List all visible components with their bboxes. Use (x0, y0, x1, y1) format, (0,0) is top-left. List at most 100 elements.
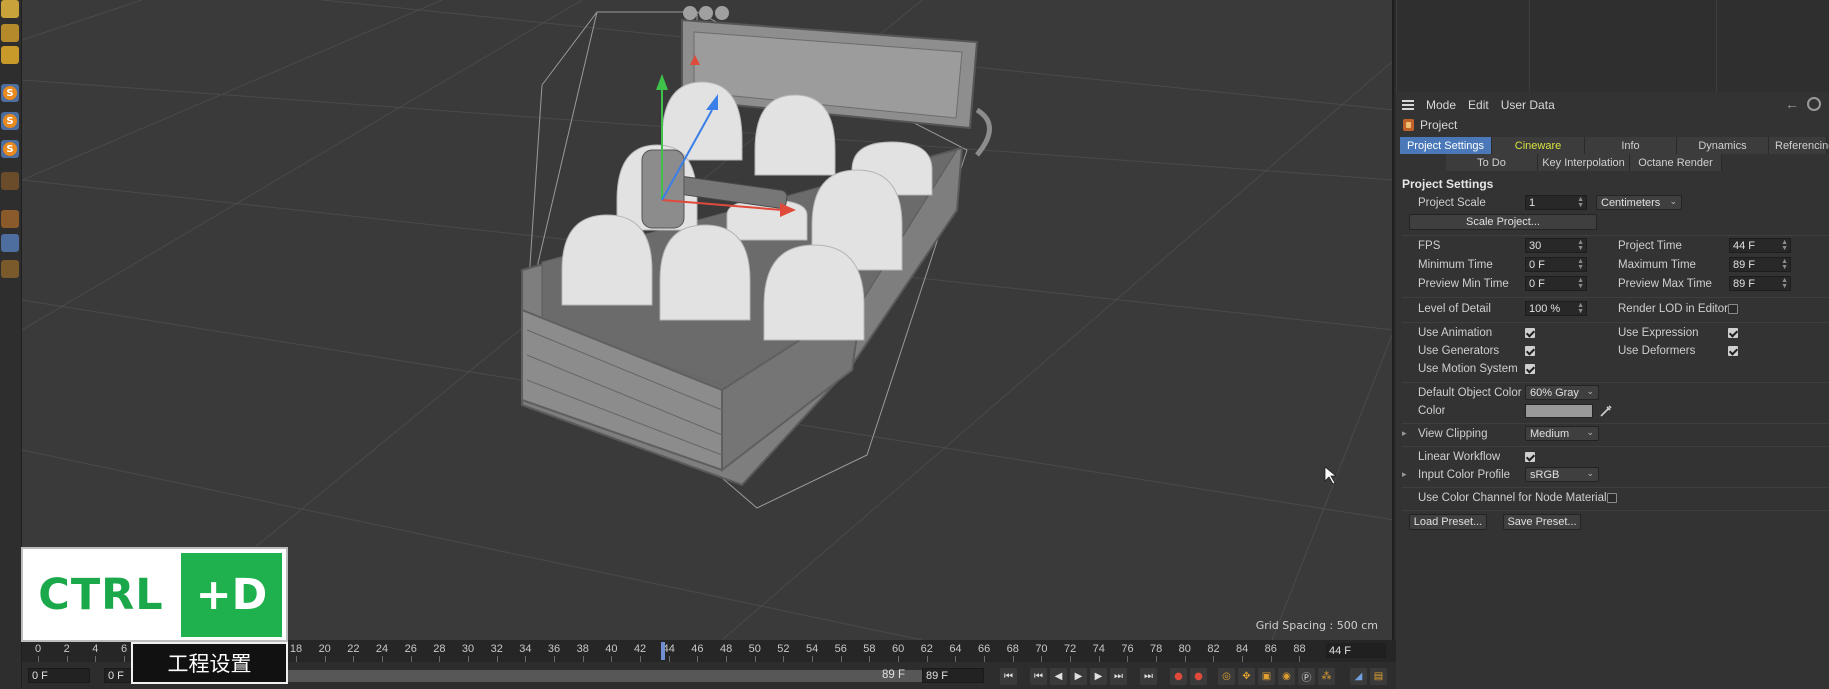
tabs-row-2: To Do Key Interpolation Octane Render (1446, 154, 1722, 171)
s-icon[interactable]: S (1, 112, 19, 130)
search-icon[interactable] (1807, 97, 1821, 111)
attribute-menubar: Mode Edit User Data ← (1396, 94, 1829, 116)
scale-project-button[interactable]: Scale Project... (1409, 214, 1597, 230)
auto-key-icon[interactable]: ● (1190, 668, 1207, 685)
tab-key-interpolation[interactable]: Key Interpolation (1538, 154, 1630, 171)
timeline-tick-label: 40 (605, 643, 618, 655)
timeline-menu-icon[interactable]: ▤ (1370, 668, 1387, 685)
tab-octane-render[interactable]: Octane Render (1630, 154, 1722, 171)
next-key-icon[interactable]: ⏭ (1110, 668, 1127, 685)
maximum-time-input[interactable]: 89 F ▲ ▼ (1729, 257, 1791, 272)
menu-mode[interactable]: Mode (1426, 98, 1456, 112)
tab-dynamics[interactable]: Dynamics (1677, 137, 1769, 154)
expand-triangle-icon[interactable]: ▸ (1402, 429, 1407, 439)
tab-cineware[interactable]: Cineware (1492, 137, 1585, 154)
object-name: Project (1420, 118, 1458, 132)
mouse-cursor (1324, 466, 1338, 485)
play-icon[interactable]: ▶ (1070, 668, 1087, 685)
chevron-down-icon: ⌄ (1669, 196, 1677, 206)
use-generators-checkbox[interactable] (1525, 346, 1535, 356)
s-icon[interactable]: S (1, 140, 19, 158)
shortcut-overlay: CTRL +D 工程设置 (21, 547, 288, 686)
key-param-icon[interactable]: Ⓟ (1298, 668, 1315, 685)
eyedropper-icon[interactable] (1599, 404, 1613, 418)
view-clipping-dropdown[interactable]: Medium ⌄ (1525, 426, 1599, 441)
timeline-tick (955, 656, 957, 662)
key-rotation-icon[interactable]: ◉ (1278, 668, 1295, 685)
playhead[interactable] (660, 642, 665, 660)
menu-edit[interactable]: Edit (1468, 98, 1489, 112)
magnet-icon[interactable] (1, 172, 19, 190)
timeline-tick (1242, 656, 1244, 662)
timeline-tick-label: 36 (547, 643, 561, 655)
project-scale-input[interactable]: 1 ▲ ▼ (1525, 195, 1587, 210)
color-swatch[interactable] (1525, 404, 1593, 418)
default-object-color-dropdown[interactable]: 60% Gray ⌄ (1525, 385, 1599, 400)
prev-frame-icon[interactable]: ◀ (1050, 668, 1067, 685)
s-icon[interactable]: S (1, 84, 19, 102)
project-scale-unit-dropdown[interactable]: Centimeters ⌄ (1596, 195, 1682, 210)
key-scale-icon[interactable]: ▣ (1258, 668, 1275, 685)
chevron-down-icon: ⌄ (1586, 427, 1594, 437)
timeline-tick (783, 656, 785, 662)
prev-key-icon[interactable]: ⏮ (1030, 668, 1047, 685)
timeline-tick-label: 80 (1178, 643, 1191, 655)
timeline-tick-label: 22 (347, 643, 360, 655)
key-selection-icon[interactable]: ◎ (1218, 668, 1235, 685)
menu-user-data[interactable]: User Data (1501, 98, 1555, 112)
timeline-tick-label: 78 (1150, 643, 1163, 655)
timeline-tick (468, 656, 470, 662)
layer-icon[interactable] (1, 210, 19, 228)
use-color-channel-label: Use Color Channel for Node Material (1418, 492, 1607, 504)
use-expression-checkbox[interactable] (1728, 328, 1738, 338)
spline-icon[interactable] (1, 24, 19, 42)
preview-min-time-input[interactable]: 0 F ▲ ▼ (1525, 276, 1587, 291)
3d-viewport[interactable]: Grid Spacing : 500 cm (22, 0, 1394, 640)
key-position-icon[interactable]: ✥ (1238, 668, 1255, 685)
timeline-tick-label: 50 (748, 643, 761, 655)
timeline-tick-label: 60 (891, 643, 905, 655)
timeline-tick (611, 656, 613, 662)
preview-min-time-label: Preview Min Time (1418, 278, 1509, 290)
bracket-icon[interactable] (1, 260, 19, 278)
save-preset-button[interactable]: Save Preset... (1503, 514, 1581, 530)
fps-input[interactable]: 30 ▲ ▼ (1525, 238, 1587, 253)
load-preset-button[interactable]: Load Preset... (1409, 514, 1487, 530)
tab-to-do[interactable]: To Do (1446, 154, 1538, 171)
tab-project-settings[interactable]: Project Settings (1400, 137, 1492, 154)
timeline-tick (668, 656, 670, 662)
cube-icon[interactable] (1, 0, 19, 18)
use-animation-checkbox[interactable] (1525, 328, 1535, 338)
interpolation-icon[interactable]: ◢ (1350, 668, 1367, 685)
project-time-input[interactable]: 44 F ▲ ▼ (1729, 238, 1791, 253)
level-of-detail-input[interactable]: 100 % ▲ ▼ (1525, 301, 1587, 316)
tab-info[interactable]: Info (1585, 137, 1677, 154)
back-arrow-icon[interactable]: ← (1785, 96, 1799, 112)
expand-triangle-icon[interactable]: ▸ (1402, 470, 1407, 480)
next-frame-icon[interactable]: ▶ (1090, 668, 1107, 685)
use-deformers-checkbox[interactable] (1728, 346, 1738, 356)
minimum-time-input[interactable]: 0 F ▲ ▼ (1525, 257, 1587, 272)
use-motion-system-checkbox[interactable] (1525, 364, 1535, 374)
timeline-tick (496, 656, 498, 662)
last-frame-icon[interactable]: ⏭ (1140, 668, 1157, 685)
menu-icon[interactable] (1402, 100, 1414, 110)
preview-max-time-input[interactable]: 89 F ▲ ▼ (1729, 276, 1791, 291)
record-icon[interactable]: ● (1170, 668, 1187, 685)
linear-workflow-checkbox[interactable] (1525, 452, 1535, 462)
current-frame-field[interactable]: 44 F (1326, 643, 1386, 658)
render-lod-checkbox[interactable] (1728, 304, 1738, 314)
timeline-tick (324, 656, 326, 662)
layer-icon[interactable] (1, 234, 19, 252)
end-frame-field[interactable]: 89 F (922, 668, 984, 683)
input-color-profile-dropdown[interactable]: sRGB ⌄ (1525, 467, 1599, 482)
first-frame-icon[interactable]: ⏮ (1000, 668, 1017, 685)
linear-workflow-label: Linear Workflow (1418, 451, 1501, 463)
key-pla-icon[interactable]: ⁂ (1318, 668, 1335, 685)
timeline-tick-label: 62 (920, 643, 933, 655)
tab-referencing[interactable]: Referencing (1769, 137, 1829, 154)
use-color-channel-checkbox[interactable] (1607, 493, 1617, 503)
timeline-tick-label: 76 (1121, 643, 1134, 655)
level-of-detail-label: Level of Detail (1418, 303, 1491, 315)
floor-icon[interactable] (1, 46, 19, 64)
